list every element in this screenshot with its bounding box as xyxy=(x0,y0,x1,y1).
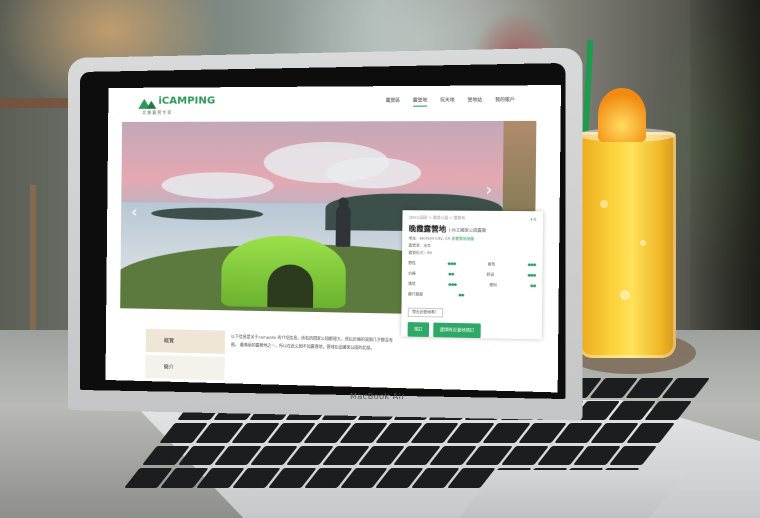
nav-item-active[interactable]: 露營地 xyxy=(412,97,428,107)
rating-dots: ●●● xyxy=(527,273,536,278)
trackpad xyxy=(459,470,687,518)
campsite-info-card: 加州公園區 > 露營公園 > 露營地 4.6 晚霞露營地 | 州立國家公園露營 … xyxy=(401,210,544,340)
rating-label: 野性 xyxy=(408,260,416,266)
season-label: 露營季： xyxy=(408,243,424,248)
rating-dots: ●● xyxy=(448,271,454,277)
rating-row: 价格 ●● 舒适 ●●● xyxy=(408,271,536,278)
rating-label: 舒适 xyxy=(486,272,495,277)
type-line: 露營形式：RV xyxy=(408,251,536,258)
question-dropdown[interactable]: 想去此營地嗎？ xyxy=(407,307,443,318)
nav-item[interactable]: 營地站 xyxy=(467,97,482,106)
rating-dots: ●●● xyxy=(527,262,536,267)
hiker xyxy=(335,205,351,247)
map-link[interactable]: 查看營地地圖 xyxy=(451,237,474,241)
rating-row: 環境 ●●● 便利 ●● xyxy=(408,282,536,289)
nav-item[interactable]: 玩天地 xyxy=(440,97,455,106)
season-value: 全年 xyxy=(423,243,432,248)
rating-label: 難行難度 xyxy=(408,292,423,297)
address-label: 地址： xyxy=(408,236,420,241)
nav-menu: 露營區 露營地 玩天地 營地站 我的帳戶 xyxy=(386,97,515,107)
tab-overview[interactable]: 概覽 xyxy=(145,328,225,354)
nav-item[interactable]: 我的帳戶 xyxy=(495,97,515,107)
type-label: 露營形式： xyxy=(408,250,428,256)
laptop-brand-label: MacBook Air xyxy=(350,392,406,401)
rating-dots: ●●● xyxy=(447,261,456,266)
bubble xyxy=(600,200,608,208)
address-value: Jackson City, CA xyxy=(419,236,451,241)
site-nav: iCAMPING 北美露营专家 露營區 露營地 玩天地 營地站 我的帳戶 xyxy=(108,85,561,120)
site-logo[interactable]: iCAMPING xyxy=(158,95,215,106)
rating-dots: ●● xyxy=(458,292,464,298)
nav-item[interactable]: 露營區 xyxy=(386,97,400,106)
chevron-right-icon[interactable]: › xyxy=(485,180,492,200)
background-dark-edge xyxy=(690,0,760,360)
rating-label: 景色 xyxy=(487,262,496,267)
rating-label: 便利 xyxy=(489,282,497,288)
season-line: 露營季：全年 xyxy=(409,243,537,250)
rating-label: 環境 xyxy=(408,281,416,286)
address-line: 地址：Jackson City, CA 查看營地地圖 xyxy=(409,236,537,243)
type-value: RV xyxy=(427,250,433,256)
tent-logo-icon xyxy=(138,98,156,109)
intro-paragraph: 以下信息是关于campsite 的介绍信息。所有的国家公园都很大，然后压缩的说图… xyxy=(230,333,393,351)
tab-intro[interactable]: 簡介 xyxy=(145,354,225,381)
rating-badge: 4.6 xyxy=(530,217,537,222)
site-logo-subtitle: 北美露营专家 xyxy=(142,109,173,115)
orange-juice-glass xyxy=(578,132,676,358)
nearby-book-button[interactable]: 選擇附近營地預訂 xyxy=(433,322,481,339)
tent-door xyxy=(267,264,314,308)
orange-slice xyxy=(598,88,646,142)
chevron-left-icon[interactable]: ‹ xyxy=(131,202,138,221)
cloud xyxy=(325,157,422,189)
rating-dots: ●●● xyxy=(448,282,457,287)
section-tabs: 概覽 簡介 xyxy=(145,328,225,383)
rating-label: 价格 xyxy=(408,271,416,276)
bubble xyxy=(640,240,646,246)
bubble xyxy=(620,290,630,300)
rating-row: 難行難度 ●● xyxy=(408,292,536,299)
card-actions: 預訂 選擇附近營地預訂 xyxy=(407,322,536,339)
campsite-title: 晚霞露營地 | 州立國家公園露營 xyxy=(409,224,537,236)
breadcrumb[interactable]: 加州公園區 > 露營公園 > 露營地 xyxy=(409,215,537,221)
book-button[interactable]: 預訂 xyxy=(407,322,430,338)
laptop-screen: iCAMPING 北美露营专家 露營區 露營地 玩天地 營地站 我的帳戶 ‹ ›… xyxy=(105,85,561,393)
rating-row: 野性 ●●● 景色 ●●● xyxy=(408,261,536,268)
campsite-name: 晚霞露營地 xyxy=(408,224,447,234)
rating-dots: ●● xyxy=(530,283,536,288)
campsite-subtitle: | 州立國家公園露營 xyxy=(448,227,487,233)
